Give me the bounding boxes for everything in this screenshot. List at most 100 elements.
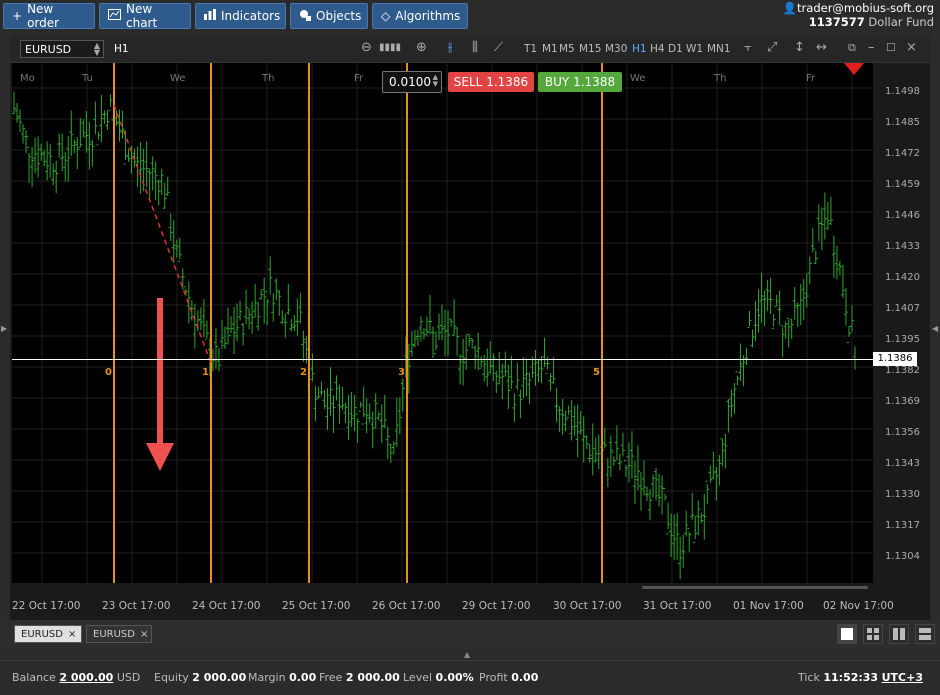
detach-icon[interactable]: ⧉ <box>848 41 856 55</box>
tab-label: EURUSD <box>93 628 135 640</box>
level-value: 0.00% <box>435 671 474 684</box>
line-type-icon[interactable]: ⟋ <box>494 40 503 55</box>
current-price-line <box>12 359 873 360</box>
fibo-marker-label: 5 <box>593 367 600 378</box>
vertical-scale-icon[interactable]: ↕ <box>794 40 805 55</box>
day-label: Tu <box>82 73 93 84</box>
sell-price: 1.1386 <box>486 75 529 89</box>
tick-item: Tick 11:52:33 UTC+3 <box>798 671 923 684</box>
account-email: trader@mobius-soft.org <box>797 1 934 15</box>
right-panel-arrow-icon[interactable]: ◀ <box>932 324 938 333</box>
timeframe-h1[interactable]: H1 <box>632 43 647 55</box>
price-tick-label: 1.1395 <box>885 334 920 345</box>
new-order-label: New order <box>27 2 60 30</box>
timeframe-w1[interactable]: W1 <box>686 43 703 55</box>
indicators-button[interactable]: Indicators <box>195 3 286 29</box>
price-tick-label: 1.1343 <box>885 458 920 469</box>
level-item: Level 0.00% <box>403 671 474 684</box>
minimize-icon[interactable]: – <box>868 40 875 55</box>
lot-spinner-icon[interactable]: ▲ ▼ <box>433 74 438 88</box>
tab-close-icon[interactable]: × <box>140 629 148 640</box>
free-value: 2 000.00 <box>345 671 400 684</box>
layout-rows-icon[interactable] <box>915 624 935 644</box>
top-toolbar: + New order New chart Indicators Objects… <box>0 0 940 32</box>
sell-button[interactable]: SELL 1.1386 <box>448 72 534 92</box>
price-tick-label: 1.1330 <box>885 489 920 500</box>
buy-button[interactable]: BUY 1.1388 <box>538 72 622 92</box>
timeframe-mn1[interactable]: MN1 <box>707 43 731 55</box>
sell-label: SELL <box>453 75 483 89</box>
profit-label: Profit <box>479 671 508 684</box>
time-tick-label: 30 Oct 17:00 <box>553 600 622 612</box>
layout-single-icon[interactable] <box>837 624 857 644</box>
layout-columns-icon[interactable] <box>889 624 909 644</box>
timeframe-d1[interactable]: D1 <box>668 43 683 55</box>
close-icon[interactable]: × <box>906 40 917 55</box>
symbol-value: EURUSD <box>25 43 72 56</box>
diamond-icon: ◇ <box>381 9 391 23</box>
timeframe-m1[interactable]: M1 <box>542 43 558 55</box>
tab-label: EURUSD <box>21 628 63 640</box>
day-label: Th <box>262 73 275 84</box>
autoscroll-icon[interactable]: ⤢ <box>767 40 777 55</box>
tab-close-icon[interactable]: × <box>68 629 76 640</box>
indicators-label: Indicators <box>221 9 281 23</box>
timeframe-m5[interactable]: M5 <box>559 43 575 55</box>
crosshair-icon[interactable]: ⫟ <box>744 40 752 55</box>
timeframe-t1[interactable]: T1 <box>524 43 537 55</box>
free-label: Free <box>319 671 343 684</box>
spinner-icon: ▲ ▼ <box>93 41 100 57</box>
chart-tab[interactable]: EURUSD × <box>86 625 152 643</box>
margin-label: Margin <box>248 671 286 684</box>
maximize-icon[interactable]: ☐ <box>886 41 896 54</box>
new-order-button[interactable]: + New order <box>3 2 95 30</box>
price-tick-label: 1.1459 <box>885 179 920 190</box>
price-tick-label: 1.1356 <box>885 427 920 438</box>
account-info[interactable]: 👤trader@mobius-soft.org 1137577 Dollar F… <box>783 1 934 29</box>
tick-label: Tick <box>798 671 820 684</box>
zoom-out-icon[interactable]: ⊖ <box>361 40 372 55</box>
price-tick-label: 1.1485 <box>885 117 920 128</box>
profit-item: Profit 0.00 <box>479 671 538 684</box>
objects-icon <box>299 9 311 24</box>
horizontal-scale-icon[interactable]: ↔ <box>816 40 827 55</box>
bar-type-icon[interactable]: ⫲ <box>448 40 452 55</box>
chart-plot-area[interactable]: 01235 MoTuWeThFrMoTuWeThFr <box>12 63 873 583</box>
profit-value: 0.00 <box>511 671 539 684</box>
left-panel-arrow-icon[interactable]: ▶ <box>1 324 7 333</box>
algorithms-label: Algorithms <box>395 9 461 23</box>
fibo-marker-label: 0 <box>105 367 112 378</box>
day-label: We <box>170 73 186 84</box>
symbol-select[interactable]: EURUSD ▲ ▼ <box>20 40 104 58</box>
chart-tabs-bar: EURUSD × EURUSD × <box>0 620 940 650</box>
timeframe-m30[interactable]: M30 <box>605 43 627 55</box>
time-tick-label: 22 Oct 17:00 <box>12 600 81 612</box>
timeframe-h4[interactable]: H4 <box>650 43 665 55</box>
new-chart-button[interactable]: New chart <box>99 2 191 30</box>
horizontal-scrollbar[interactable] <box>642 586 868 589</box>
user-icon: 👤 <box>782 1 798 15</box>
price-tick-label: 1.1369 <box>885 396 920 407</box>
timeframe-m15[interactable]: M15 <box>579 43 601 55</box>
layout-grid-icon[interactable] <box>863 624 883 644</box>
down-arrow-head <box>146 443 174 471</box>
chart-toolbar: EURUSD ▲ ▼ H1 ⊖ ▮▮▮▮ ⊕ ⫲ ⫼ ⟋ T1 M1 M5 M15 M30… <box>10 36 930 63</box>
chart-tab[interactable]: EURUSD × <box>14 625 82 643</box>
timeframe-label: H1 <box>114 43 129 55</box>
status-bar: Balance 2 000.00 USD Equity 2 000.00 Mar… <box>0 660 940 695</box>
free-item: Free 2 000.00 <box>319 671 400 684</box>
time-axis: 22 Oct 17:00 23 Oct 17:00 24 Oct 17:00 25 O… <box>10 591 930 620</box>
objects-button[interactable]: Objects <box>290 3 368 29</box>
expand-panel-icon[interactable]: ▲ <box>464 650 470 659</box>
balance-label: Balance <box>12 671 56 684</box>
zoom-slider[interactable]: ▮▮▮▮ <box>379 42 401 53</box>
objects-label: Objects <box>316 9 362 23</box>
zoom-in-icon[interactable]: ⊕ <box>416 40 427 55</box>
lot-size-input[interactable]: 0.0100 ▲ ▼ <box>382 71 442 93</box>
timezone-select[interactable]: UTC+3 <box>882 671 923 684</box>
account-number: 1137577 <box>808 15 865 29</box>
algorithms-button[interactable]: ◇ Algorithms <box>372 3 468 29</box>
equity-value: 2 000.00 <box>192 671 247 684</box>
level-label: Level <box>403 671 433 684</box>
candle-type-icon[interactable]: ⫼ <box>472 40 478 55</box>
